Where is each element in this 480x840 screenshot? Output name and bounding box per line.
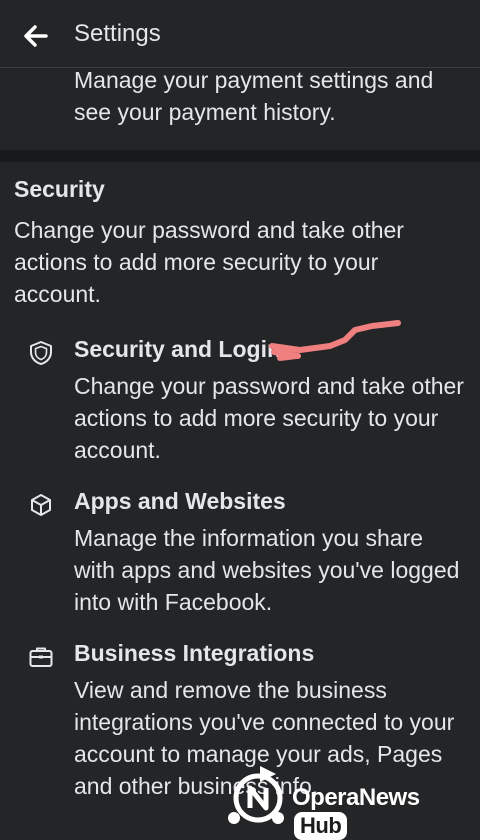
item-description: Manage the information you share with ap…	[74, 525, 460, 615]
operanews-watermark: OperaNewsHub	[222, 760, 472, 840]
back-button[interactable]	[22, 22, 50, 50]
item-title: Apps and Websites	[74, 488, 286, 514]
app-header: Settings	[0, 0, 480, 68]
security-section-description: Change your password and take other acti…	[14, 217, 404, 307]
section-divider	[0, 150, 480, 162]
apps-and-websites-item[interactable]: Apps and Websites Manage the information…	[0, 488, 480, 618]
item-description: Change your password and take other acti…	[74, 373, 464, 463]
watermark-brand: OperaNews	[292, 784, 420, 811]
watermark-hub: Hub	[294, 812, 348, 840]
payments-description: Manage your payment settings and see you…	[74, 67, 434, 125]
cube-icon	[31, 494, 51, 516]
item-title: Security and Login	[74, 336, 282, 362]
security-and-login-item[interactable]: Security and Login Change your password …	[0, 336, 480, 466]
page-title: Settings	[74, 20, 161, 47]
security-section-title: Security	[14, 176, 105, 202]
item-title: Business Integrations	[74, 640, 315, 666]
shield-icon	[30, 341, 52, 365]
arrow-left-icon	[24, 25, 48, 47]
operanews-logo-icon	[228, 766, 284, 824]
briefcase-icon	[29, 647, 53, 667]
